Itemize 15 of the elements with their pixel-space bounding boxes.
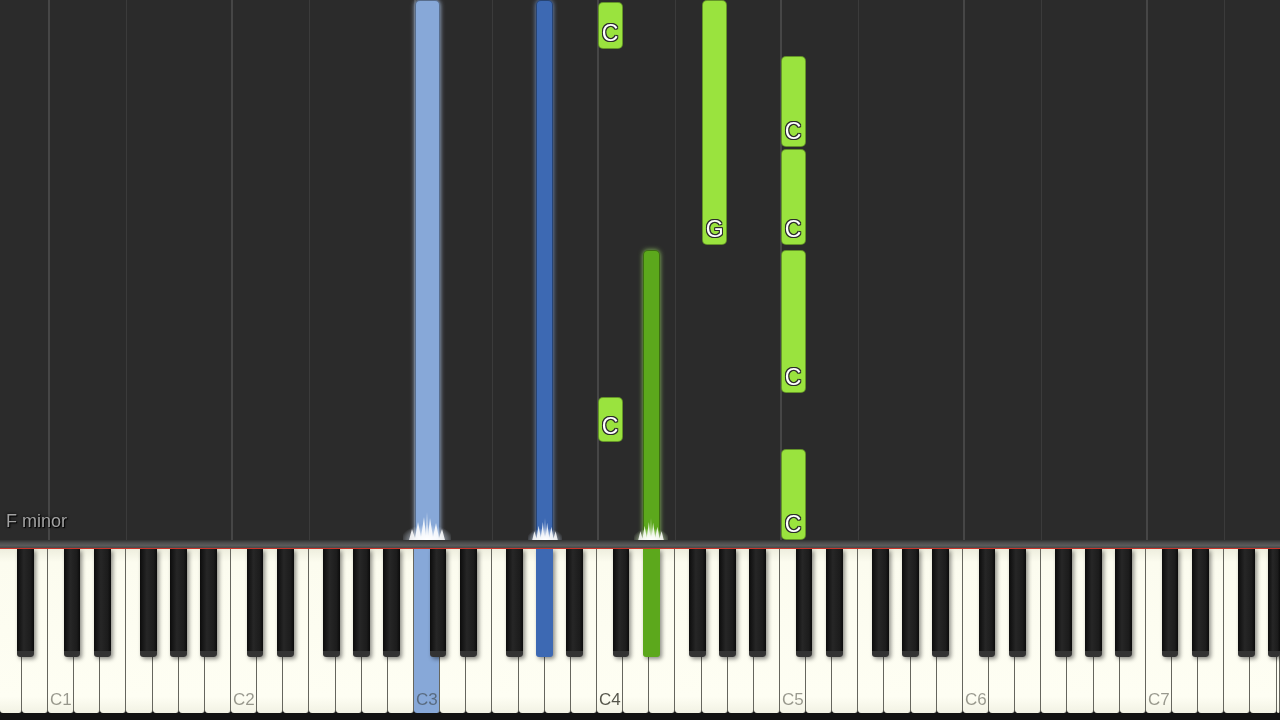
note-label: C — [784, 218, 802, 242]
octave-label: C7 — [1147, 691, 1170, 708]
note-label: C — [784, 513, 802, 536]
octave-label: C3 — [415, 691, 438, 708]
key-signature-label: F minor — [6, 511, 67, 531]
note-label: G — [705, 218, 724, 242]
octave-label: C4 — [598, 691, 621, 708]
octave-label: C2 — [232, 691, 255, 708]
note-label: C — [601, 414, 619, 438]
note-label: C — [784, 120, 802, 144]
note-label: C — [601, 22, 619, 46]
octave-label: C1 — [50, 691, 72, 708]
octave-label: C5 — [781, 691, 804, 708]
octave-label: C6 — [964, 691, 987, 708]
note-label: C — [784, 365, 802, 389]
